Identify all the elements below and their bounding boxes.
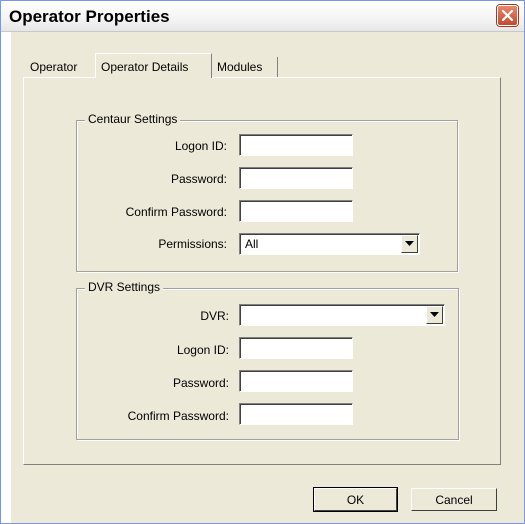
- permissions-select[interactable]: All: [239, 233, 420, 255]
- centaur-password-label: Password:: [170, 172, 227, 186]
- dvr-logon-id-label: Logon ID:: [176, 343, 229, 357]
- dvr-password-input[interactable]: [239, 370, 353, 392]
- tab-modules[interactable]: Modules: [212, 57, 278, 77]
- dvr-select[interactable]: [239, 304, 445, 326]
- permissions-dropdown-button[interactable]: [401, 235, 418, 253]
- centaur-confirm-password-label: Confirm Password:: [125, 205, 227, 219]
- cancel-button-label: Cancel: [435, 493, 473, 507]
- dvr-password-label: Password:: [172, 376, 229, 390]
- dvr-logon-id-input[interactable]: [239, 337, 353, 359]
- centaur-logon-id-input[interactable]: [239, 134, 353, 156]
- centaur-password-input[interactable]: [239, 167, 353, 189]
- tab-operator[interactable]: Operator: [25, 57, 97, 77]
- ok-button-label: OK: [346, 493, 365, 507]
- operator-details-panel: Centaur Settings Logon ID: Password: Con…: [23, 77, 501, 465]
- dvr-confirm-password-input[interactable]: [239, 403, 353, 425]
- permissions-label: Permissions:: [158, 237, 227, 251]
- tab-operator-details-label: Operator Details: [101, 60, 189, 74]
- tab-operator-details[interactable]: Operator Details: [95, 53, 212, 78]
- window-left-edge: [1, 31, 11, 523]
- operator-properties-dialog: Operator Properties Operator Operator De…: [0, 0, 525, 524]
- permissions-value: All: [245, 237, 259, 251]
- tab-modules-label: Modules: [217, 60, 263, 74]
- close-button[interactable]: [497, 5, 518, 26]
- cancel-button[interactable]: Cancel: [411, 488, 497, 511]
- centaur-logon-id-label: Logon ID:: [174, 139, 227, 153]
- dvr-confirm-password-label: Confirm Password:: [127, 409, 229, 423]
- centaur-confirm-password-input[interactable]: [239, 200, 353, 222]
- ok-button[interactable]: OK: [313, 487, 398, 512]
- window-title: Operator Properties: [9, 7, 170, 26]
- dvr-settings-legend: DVR Settings: [85, 280, 164, 294]
- dvr-label: DVR:: [200, 309, 229, 323]
- tab-operator-label: Operator: [30, 60, 78, 74]
- dvr-dropdown-button[interactable]: [426, 306, 443, 324]
- centaur-settings-group: Centaur Settings Logon ID: Password: Con…: [76, 112, 458, 272]
- centaur-settings-legend: Centaur Settings: [85, 112, 181, 126]
- dvr-settings-group: DVR Settings DVR: Logon ID: Password: Co…: [76, 280, 459, 440]
- title-bar[interactable]: Operator Properties: [1, 1, 524, 32]
